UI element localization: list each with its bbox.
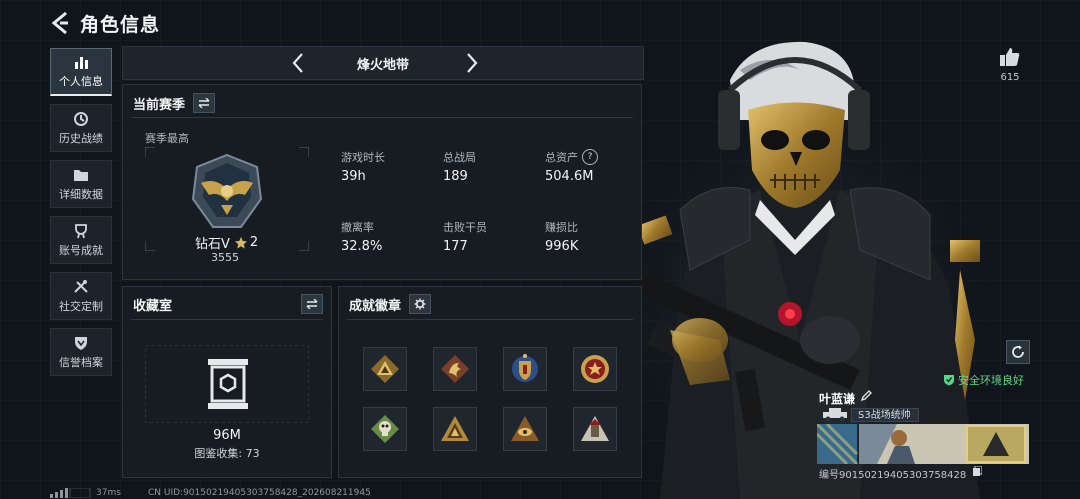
pyramid-badge-icon[interactable] [433, 407, 477, 451]
collection-panel: 收藏室 96M 图鉴收集: 73 [122, 286, 332, 478]
help-icon[interactable]: ? [582, 149, 598, 165]
tower-badge-icon[interactable] [573, 407, 617, 451]
folder-icon [74, 169, 88, 181]
edit-name-icon[interactable] [860, 390, 872, 402]
stat-value-total-matches: 189 [443, 169, 468, 184]
sidebar-item-label: 详细数据 [59, 187, 103, 201]
stat-label-profit-loss-ratio: 赚损比 [545, 221, 578, 234]
player-banner[interactable] [817, 424, 1029, 464]
season-selector: 烽火地带 [122, 46, 644, 80]
eye-pyramid-badge-icon[interactable] [503, 407, 547, 451]
sidebar-item-reputation[interactable]: 信誉档案 [50, 328, 112, 376]
medal-badge-icon[interactable] [573, 347, 617, 391]
sidebar-item-label: 信誉档案 [59, 355, 103, 369]
shield-check-icon [944, 375, 954, 386]
collection-value: 96M [213, 428, 241, 443]
shield-icon [75, 336, 87, 350]
star-icon [234, 236, 247, 249]
refresh-button[interactable] [1006, 340, 1030, 364]
stat-label-operators-defeated: 击败干员 [443, 221, 487, 234]
sidebar-item-personal-info[interactable]: 个人信息 [50, 48, 112, 96]
stat-label-total-assets: 总资产 [545, 151, 578, 164]
sidebar-item-achievements[interactable]: 账号成就 [50, 216, 112, 264]
sidebar: 个人信息 历史战绩 详细数据 账号成就 社交定制 信誉档案 [50, 48, 112, 384]
stat-label-total-matches: 总战局 [443, 151, 476, 164]
stat-value-playtime: 39h [341, 169, 366, 184]
swap-button[interactable] [193, 93, 215, 113]
swap-icon [198, 98, 210, 108]
shield-badge-icon[interactable] [503, 347, 547, 391]
player-title-tag: S3战场统帅 [851, 408, 919, 422]
tools-icon [74, 279, 88, 293]
player-name: 叶蓝谦 [819, 392, 856, 406]
sidebar-item-label: 社交定制 [59, 299, 103, 313]
sidebar-item-label: 账号成就 [59, 243, 103, 257]
stat-value-operators-defeated: 177 [443, 239, 468, 254]
divider [131, 319, 323, 320]
collection-title: 收藏室 [133, 299, 173, 314]
rank-stars: 2 [249, 235, 259, 250]
gear-icon [414, 298, 426, 310]
sidebar-item-history[interactable]: 历史战绩 [50, 104, 112, 152]
stat-label-playtime: 游戏时长 [341, 151, 385, 164]
achievements-title: 成就徽章 [349, 299, 402, 314]
swap-icon [306, 299, 318, 309]
season-name: 烽火地带 [356, 58, 409, 73]
swap-button[interactable] [301, 294, 323, 314]
player-uid: CN UID:9015021940530375842​8_20260821194… [148, 488, 371, 498]
refresh-icon [1012, 345, 1024, 358]
safe-environment-label: 安全环境良好 [958, 374, 1024, 387]
sidebar-item-detailed-data[interactable]: 详细数据 [50, 160, 112, 208]
rank-name: 钻石V [195, 237, 230, 252]
collection-codex-count: 图鉴收集: 73 [194, 447, 260, 460]
like-count: 615 [1000, 72, 1020, 83]
divider [131, 117, 633, 118]
current-season-title: 当前赛季 [133, 98, 186, 113]
skull-badge-icon[interactable] [363, 407, 407, 451]
sidebar-item-label: 个人信息 [59, 75, 103, 88]
page-title: 角色信息 [80, 14, 161, 36]
season-peak-label: 赛季最高 [145, 132, 189, 145]
signal-strength-icon [50, 488, 91, 498]
stat-value-extraction-rate: 32.8% [341, 239, 383, 254]
stat-label-extraction-rate: 撤离率 [341, 221, 374, 234]
safe-environment-status: 安全环境良好 [943, 372, 1024, 388]
player-id: 编号9015021940530375842​8 [819, 470, 967, 481]
history-icon [74, 111, 88, 126]
triangle-badge-icon[interactable] [363, 347, 407, 391]
settings-button[interactable] [409, 294, 431, 314]
chevron-right-icon[interactable] [459, 51, 483, 75]
stat-value-profit-loss-ratio: 996K [545, 239, 579, 254]
back-arrow-icon[interactable] [48, 10, 74, 36]
current-season-panel: 当前赛季 赛季最高 钻石V 2 3555 游戏时长 39h 总战局 189 总资… [122, 84, 642, 280]
bar-chart-icon [75, 57, 88, 69]
rank-score: 3555 [211, 251, 239, 264]
rank-display: 钻石V 2 [195, 233, 258, 252]
dragon-badge-icon[interactable] [433, 347, 477, 391]
thumbs-up-icon[interactable] [999, 46, 1021, 68]
copy-icon[interactable] [972, 466, 982, 477]
stat-value-total-assets: 504.6M [545, 169, 594, 184]
network-latency: 37ms [96, 488, 121, 498]
sidebar-item-social-custom[interactable]: 社交定制 [50, 272, 112, 320]
achievement-icon [75, 223, 87, 238]
sidebar-item-label: 历史战绩 [59, 131, 103, 145]
divider [347, 319, 633, 320]
display-case-icon[interactable] [206, 359, 250, 411]
achievements-panel: 成就徽章 [338, 286, 642, 478]
vehicle-icon [823, 408, 847, 422]
